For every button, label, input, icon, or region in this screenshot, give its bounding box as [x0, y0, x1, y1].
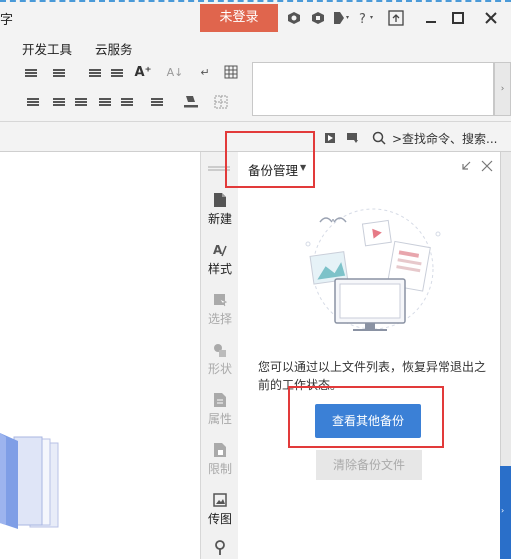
minimize-icon[interactable] — [418, 6, 444, 30]
property-icon — [214, 393, 226, 407]
restrict-icon — [214, 443, 226, 457]
tool-select-label: 选择 — [207, 312, 232, 326]
tool-shape[interactable]: 形状 — [201, 342, 239, 377]
tool-style-label: 样式 — [207, 262, 232, 276]
svg-text:?: ? — [359, 12, 366, 25]
borders-icon[interactable] — [212, 95, 230, 109]
dock-icon[interactable] — [460, 160, 472, 175]
align-left-icon[interactable] — [24, 95, 42, 109]
highlight-box-pane-title — [225, 131, 315, 188]
style-icon: A — [213, 243, 227, 257]
justify-icon[interactable] — [96, 95, 114, 109]
style-gallery[interactable] — [252, 62, 494, 116]
shape-icon — [214, 344, 226, 357]
tool-property[interactable]: 属性 — [201, 392, 239, 427]
menu-developer-tools[interactable]: 开发工具 — [22, 39, 72, 58]
skin-icon[interactable] — [284, 8, 304, 28]
search-icon[interactable] — [370, 131, 388, 145]
ribbon-toolbar: A⁺ A↓ ↵ › — [0, 58, 511, 122]
settings-icon[interactable] — [308, 8, 328, 28]
decrease-indent-icon[interactable] — [86, 66, 104, 80]
menu-bar: 开发工具 云服务 — [0, 34, 511, 58]
maximize-icon[interactable] — [445, 6, 471, 30]
tool-shape-label: 形状 — [207, 362, 232, 376]
new-doc-icon — [214, 193, 226, 207]
folder-icon — [0, 433, 59, 529]
play-icon[interactable] — [322, 131, 340, 145]
window-title: 字 — [0, 13, 14, 28]
tool-new[interactable]: 新建 — [201, 192, 239, 227]
distribute-icon[interactable] — [118, 95, 136, 109]
menu-cloud-service[interactable]: 云服务 — [95, 39, 133, 58]
command-search-input[interactable]: >查找命令、搜索... — [392, 130, 498, 147]
filter-icon[interactable] — [344, 131, 362, 145]
numbered-list-icon[interactable] — [50, 66, 68, 80]
pin-icon[interactable] — [213, 540, 227, 556]
title-bar: 字 未登录 ? — [0, 0, 511, 34]
clear-backup-files-button[interactable]: 清除备份文件 — [316, 450, 422, 480]
paragraph-mark-icon[interactable]: ↵ — [196, 65, 214, 79]
tool-upload-image[interactable]: 传图 — [201, 492, 239, 527]
font-size-grow-icon[interactable]: A⁺ — [134, 65, 152, 80]
align-right-icon[interactable] — [72, 95, 90, 109]
side-tool-strip: 新建 A 样式 选择 形状 属性 限制 传图 — [200, 152, 238, 559]
tool-restrict-label: 限制 — [207, 462, 232, 476]
share-icon[interactable] — [330, 8, 354, 28]
upload-image-icon — [213, 493, 227, 507]
highlight-box-view-backups — [288, 386, 444, 448]
tool-upload-image-label: 传图 — [207, 512, 232, 526]
close-icon[interactable] — [478, 6, 504, 30]
tool-restrict[interactable]: 限制 — [201, 442, 239, 477]
align-center-icon[interactable] — [50, 95, 68, 109]
fill-color-icon[interactable] — [182, 94, 200, 108]
increase-indent-icon[interactable] — [108, 66, 126, 80]
restore-icon[interactable] — [386, 8, 406, 28]
line-spacing-icon[interactable] — [148, 95, 166, 109]
login-button[interactable]: 未登录 — [200, 4, 278, 32]
table-icon[interactable] — [222, 65, 240, 79]
tool-style[interactable]: A 样式 — [201, 242, 239, 277]
style-gallery-scroll-icon[interactable]: › — [494, 62, 511, 116]
bullet-list-icon[interactable] — [22, 66, 40, 80]
tool-property-label: 属性 — [207, 412, 232, 426]
tool-select[interactable]: 选择 — [201, 292, 239, 327]
scroll-arrow-icon[interactable]: › — [501, 506, 504, 515]
pane-close-icon[interactable] — [481, 160, 493, 175]
svg-text:A: A — [213, 243, 223, 257]
sort-icon[interactable]: A↓ — [166, 65, 184, 79]
help-icon[interactable]: ? — [356, 8, 380, 28]
tool-new-label: 新建 — [207, 212, 232, 226]
backup-management-pane: 备份管理 ▼ 您可以通过以上文件列表，恢复异常退出之前的工作状态。 查看其他备份… — [238, 152, 500, 559]
backup-illustration — [305, 208, 441, 331]
select-icon — [214, 294, 227, 307]
